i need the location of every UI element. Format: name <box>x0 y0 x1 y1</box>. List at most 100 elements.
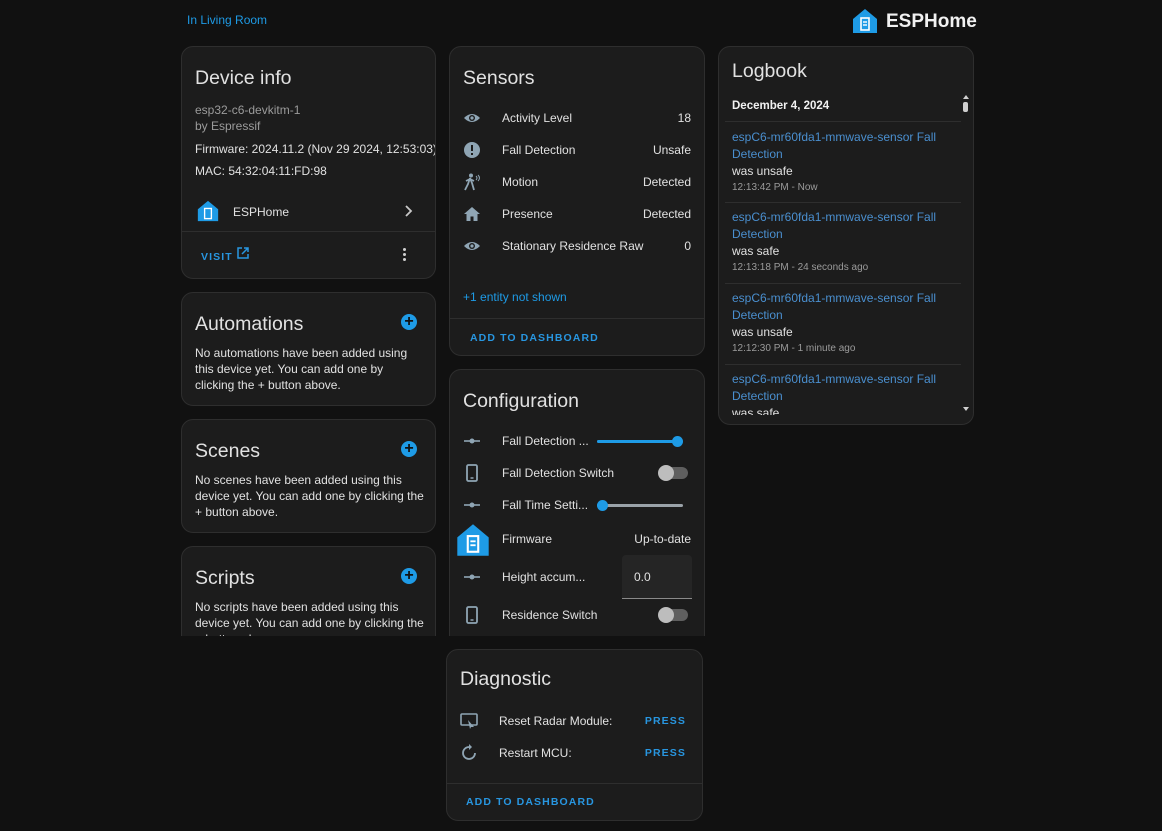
show-more-entities-link[interactable]: +1 entity not shown <box>463 290 567 304</box>
fall-detection-slider[interactable] <box>597 429 683 453</box>
card-title: Diagnostic <box>460 668 552 690</box>
height-input[interactable]: 0.0 <box>622 555 692 599</box>
integration-name: ESPHome <box>233 205 290 219</box>
sensor-value: 18 <box>677 111 691 125</box>
sensor-row-presence[interactable]: Presence Detected <box>450 202 704 226</box>
firmware-status: Up-to-date <box>634 532 691 546</box>
device-model: esp32-c6-devkitm-1 <box>195 103 301 117</box>
sensors-card: Sensors Activity Level 18 Fall Detection… <box>449 46 705 356</box>
sensor-label: Activity Level <box>502 111 573 125</box>
config-label: Residence Switch <box>502 608 598 622</box>
scripts-card: Scripts + No scripts have been added usi… <box>181 546 436 636</box>
logbook-scroll[interactable]: December 4, 2024 espC6-mr60fda1-mmwave-s… <box>719 93 961 415</box>
visit-button[interactable]: VISIT <box>201 247 249 263</box>
log-state: was unsafe <box>732 325 793 339</box>
log-entity-link[interactable]: espC6-mr60fda1-mmwave-sensor Fall Detect… <box>719 290 937 324</box>
scenes-empty-text: No scenes have been added using this dev… <box>195 473 424 519</box>
eye-icon <box>464 242 480 250</box>
cellphone-icon <box>466 464 478 482</box>
diag-row-restart-mcu: Restart MCU: PRESS <box>447 741 702 765</box>
sensor-value: Unsafe <box>652 143 691 157</box>
device-manufacturer: by Espressif <box>195 119 261 133</box>
slider-handle[interactable] <box>597 500 608 511</box>
firmware-info: Firmware: 2024.11.2 (Nov 29 2024, 12:53:… <box>195 142 436 156</box>
press-button[interactable]: PRESS <box>645 747 686 759</box>
sensor-row-motion[interactable]: Motion Detected <box>450 170 704 194</box>
config-row-fall-detection-switch: Fall Detection Switch <box>450 461 704 485</box>
scroll-thumb[interactable] <box>963 102 968 112</box>
config-row-residence-switch: Residence Switch <box>450 603 704 627</box>
log-entity-link[interactable]: espC6-mr60fda1-mmwave-sensor Fall Detect… <box>719 209 937 243</box>
scripts-empty-text: No scripts have been added using this de… <box>195 600 424 636</box>
add-automation-icon[interactable]: + <box>401 314 417 330</box>
logbook-card: Logbook December 4, 2024 espC6-mr60fda1-… <box>718 46 974 425</box>
log-time: 12:12:30 PM - 1 minute ago <box>732 343 856 354</box>
add-scene-icon[interactable]: + <box>401 441 417 457</box>
residence-toggle[interactable] <box>658 607 688 623</box>
divider <box>182 231 435 232</box>
config-row-firmware[interactable]: Firmware Up-to-date <box>450 524 704 559</box>
log-entity-link[interactable]: espC6-mr60fda1-mmwave-sensor Fall Detect… <box>719 371 937 405</box>
fall-detection-toggle[interactable] <box>658 465 688 481</box>
add-script-icon[interactable]: + <box>401 568 417 584</box>
card-title: Automations <box>195 313 304 335</box>
log-time: 12:13:18 PM - 24 seconds ago <box>732 262 869 273</box>
home-icon <box>464 207 480 221</box>
config-label: Height accum... <box>502 570 586 584</box>
configuration-card: Configuration Fall Detection ... Fall De… <box>449 369 705 636</box>
area-link[interactable]: In Living Room <box>187 13 267 27</box>
sensor-row-fall-detection[interactable]: Fall Detection Unsafe <box>450 138 704 162</box>
config-row-fall-time-setting: Fall Time Setti... <box>450 493 704 517</box>
ray-vertex-icon <box>464 438 480 444</box>
sensor-value: Detected <box>642 175 691 189</box>
diag-label: Reset Radar Module: <box>499 714 613 728</box>
sensor-value: 0 <box>684 239 691 253</box>
config-row-height-accumulation: Height accum... 0.0 <box>450 555 704 599</box>
visit-label: VISIT <box>201 251 233 263</box>
log-entity-link[interactable]: espC6-mr60fda1-mmwave-sensor Fall Detect… <box>719 129 937 163</box>
brand-name: ESPHome <box>886 11 977 32</box>
logbook-scrollbar[interactable] <box>962 93 970 415</box>
device-info-card: Device info esp32-c6-devkitm-1 by Espres… <box>181 46 436 279</box>
automations-card: Automations + No automations have been a… <box>181 292 436 406</box>
more-options-icon[interactable] <box>403 248 407 261</box>
card-title: Sensors <box>463 67 535 89</box>
log-entry: espC6-mr60fda1-mmwave-sensor Fall Detect… <box>719 209 961 276</box>
fall-time-slider[interactable] <box>597 493 683 517</box>
scroll-down-arrow-icon[interactable] <box>963 407 969 411</box>
sensor-label: Motion <box>502 175 539 189</box>
ray-vertex-icon <box>464 574 480 580</box>
slider-track <box>597 504 683 507</box>
esphome-logo-icon <box>457 524 489 556</box>
open-in-new-icon <box>237 247 249 259</box>
log-entry: espC6-mr60fda1-mmwave-sensor Fall Detect… <box>719 129 961 196</box>
slider-handle[interactable] <box>672 436 683 447</box>
divider <box>447 783 702 784</box>
add-to-dashboard-button[interactable]: ADD TO DASHBOARD <box>470 332 599 344</box>
diagnostic-card: Diagnostic Reset Radar Module: PRESS Res… <box>446 649 703 821</box>
config-label: Fall Detection ... <box>502 434 589 448</box>
chevron-right-icon <box>405 205 413 217</box>
card-title: Configuration <box>463 390 579 412</box>
log-state: was unsafe <box>732 164 793 178</box>
integration-row[interactable]: ESPHome <box>182 197 435 225</box>
add-to-dashboard-button[interactable]: ADD TO DASHBOARD <box>466 796 595 808</box>
log-time: 12:13:42 PM - Now <box>732 182 818 193</box>
sensor-label: Presence <box>502 207 553 221</box>
divider <box>725 202 961 203</box>
divider <box>725 364 961 365</box>
config-label: Fall Detection Switch <box>502 466 615 480</box>
scroll-up-arrow-icon[interactable] <box>963 95 969 99</box>
slider-fill <box>597 440 677 443</box>
height-input-value: 0.0 <box>634 570 651 584</box>
press-button[interactable]: PRESS <box>645 715 686 727</box>
divider <box>725 283 961 284</box>
sensor-row-activity-level[interactable]: Activity Level 18 <box>450 106 704 130</box>
divider <box>450 318 704 319</box>
log-state: was safe <box>732 244 780 258</box>
config-label: Fall Time Setti... <box>502 498 589 512</box>
cellphone-icon <box>466 606 478 624</box>
config-row-fall-detection-sensitivity: Fall Detection ... <box>450 429 704 453</box>
sensor-row-stationary-residence-raw[interactable]: Stationary Residence Raw 0 <box>450 234 704 258</box>
esphome-logo-icon <box>197 200 219 222</box>
